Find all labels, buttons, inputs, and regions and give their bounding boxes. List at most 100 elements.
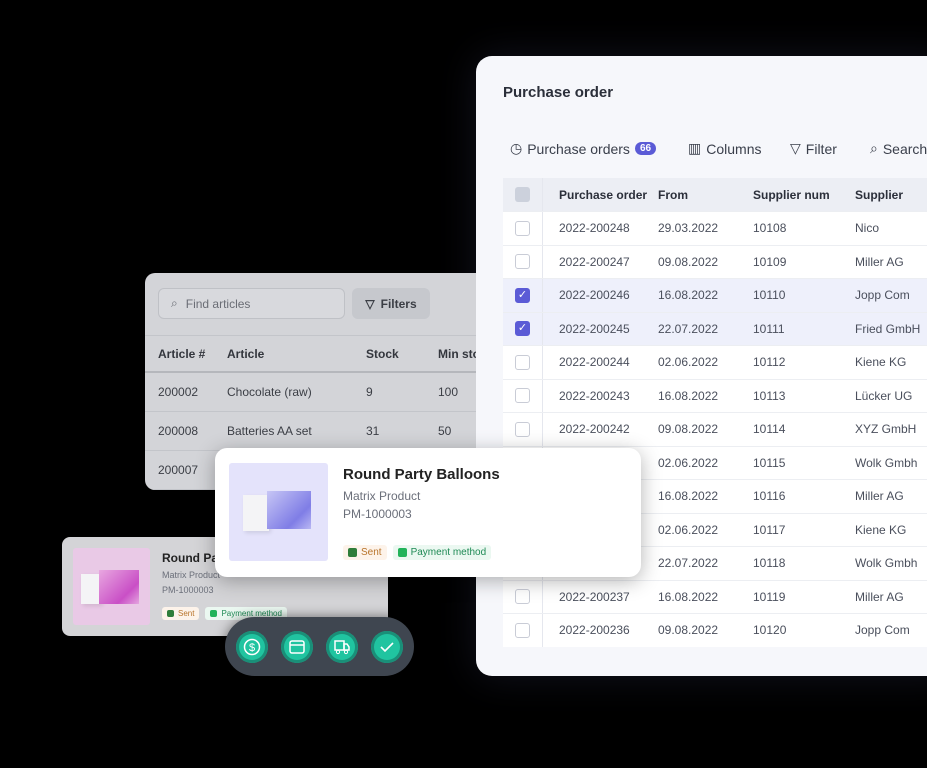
supplier-num: 10110 xyxy=(753,288,786,303)
supplier-num: 10117 xyxy=(753,522,786,537)
column-header[interactable]: Stock xyxy=(366,347,399,361)
column-header[interactable]: Min stock xyxy=(438,347,476,361)
table-row[interactable]: ✓ 2022-200245 22.07.2022 10111 Fried Gmb… xyxy=(503,311,927,345)
po-number: 2022-200237 xyxy=(559,589,630,604)
find-articles-input[interactable]: ⌕ Find articles xyxy=(158,288,345,319)
supplier: Jopp Com xyxy=(855,623,910,638)
search-icon: ⌕ xyxy=(870,140,878,156)
product-title: Round Pa xyxy=(162,551,218,565)
article-cell: 200007 xyxy=(158,463,199,477)
column-header[interactable]: Supplier xyxy=(847,188,903,202)
row-checkbox[interactable] xyxy=(515,354,530,370)
supplier: Miller AG xyxy=(855,589,904,604)
column-header[interactable]: Purchase order xyxy=(543,188,650,202)
from-date: 16.08.2022 xyxy=(658,288,719,303)
sent-tag: Sent xyxy=(343,545,387,560)
table-row[interactable]: 2022-200248 29.03.2022 10108 Nico xyxy=(503,211,927,245)
supplier: Miller AG xyxy=(855,489,904,504)
search-label: Search xyxy=(882,140,927,157)
row-checkbox[interactable] xyxy=(515,421,530,437)
article-cell: Chocolate (raw) xyxy=(227,385,312,399)
from-date: 22.07.2022 xyxy=(658,321,719,336)
row-checkbox[interactable] xyxy=(515,388,530,404)
truck-icon[interactable] xyxy=(326,630,358,663)
supplier: Lücker UG xyxy=(855,388,913,403)
supplier: Fried GmbH xyxy=(855,321,921,336)
column-header[interactable]: Article # xyxy=(158,347,205,361)
supplier-num: 10119 xyxy=(753,589,786,604)
from-date: 22.07.2022 xyxy=(658,556,719,571)
row-checkbox[interactable] xyxy=(515,220,530,236)
articles-header: Article # Article Stock Min stock xyxy=(145,335,476,373)
supplier-num: 10111 xyxy=(753,321,785,336)
row-checkbox[interactable] xyxy=(515,589,530,605)
article-cell: Batteries AA set xyxy=(227,424,312,438)
supplier: Wolk Gmbh xyxy=(855,556,918,571)
column-header[interactable]: Article xyxy=(227,347,264,361)
po-number: 2022-200248 xyxy=(559,221,630,236)
article-cell: 200008 xyxy=(158,424,199,438)
table-row[interactable]: 2022-200242 09.08.2022 10114 XYZ GmbH xyxy=(503,412,927,446)
table-row[interactable]: ✓ 2022-200246 16.08.2022 10110 Jopp Com xyxy=(503,278,927,312)
supplier: Wolk Gmbh xyxy=(855,455,918,470)
table-row[interactable]: 2022-200244 02.06.2022 10112 Kiene KG xyxy=(503,345,927,379)
count-badge: 66 xyxy=(634,142,657,155)
action-bar: $ xyxy=(225,617,414,676)
article-cell: 200002 xyxy=(158,385,199,399)
row-checkbox[interactable]: ✓ xyxy=(515,321,530,337)
filter-button[interactable]: ▽ Filter xyxy=(790,140,837,157)
supplier: Kiene KG xyxy=(855,522,907,537)
article-cell: 100 xyxy=(438,385,459,399)
filter-icon: ▽ xyxy=(365,296,375,311)
article-row[interactable]: 200008 Batteries AA set 31 50 xyxy=(145,412,476,451)
supplier: Jopp Com xyxy=(855,288,910,303)
dollar-icon[interactable]: $ xyxy=(236,630,268,663)
article-cell: 9 xyxy=(366,385,373,399)
from-date: 09.08.2022 xyxy=(658,623,719,638)
table-row[interactable]: 2022-200236 09.08.2022 10120 Jopp Com xyxy=(503,613,927,647)
search-button[interactable]: ⌕ Search xyxy=(870,140,927,157)
column-header[interactable]: From xyxy=(650,188,745,202)
from-date: 09.08.2022 xyxy=(658,254,719,269)
from-date: 02.06.2022 xyxy=(658,522,719,537)
row-checkbox[interactable] xyxy=(515,254,530,270)
po-number: 2022-200244 xyxy=(559,355,630,370)
filters-button[interactable]: ▽ Filters xyxy=(352,288,430,319)
svg-text:$: $ xyxy=(249,642,255,654)
supplier-num: 10120 xyxy=(753,623,787,638)
product-card[interactable]: Round Party Balloons Matrix Product PM-1… xyxy=(215,448,641,577)
purchase-orders-tab[interactable]: ◷ Purchase orders 66 xyxy=(510,140,657,157)
product-title: Round Party Balloons xyxy=(343,466,500,483)
select-all-checkbox[interactable] xyxy=(515,187,530,202)
columns-button[interactable]: ▥ Columns xyxy=(688,140,761,157)
po-number: 2022-200247 xyxy=(559,254,630,269)
supplier: XYZ GmbH xyxy=(855,422,917,437)
table-header: Purchase order From Supplier num Supplie… xyxy=(503,178,927,211)
from-date: 16.08.2022 xyxy=(658,388,719,403)
table-row[interactable]: 2022-200237 16.08.2022 10119 Miller AG xyxy=(503,579,927,613)
supplier-num: 10112 xyxy=(753,355,786,370)
po-number: 2022-200242 xyxy=(559,422,630,437)
product-sku: PM-1000003 xyxy=(343,507,412,521)
check-icon[interactable] xyxy=(371,630,403,663)
article-row[interactable]: 200002 Chocolate (raw) 9 100 xyxy=(145,373,476,412)
check-icon xyxy=(397,548,407,557)
article-cell: 31 xyxy=(366,424,380,438)
product-type: Matrix Product xyxy=(343,489,421,503)
row-checkbox[interactable]: ✓ xyxy=(515,287,530,303)
supplier-num: 10118 xyxy=(753,556,786,571)
payment-tag: Payment method xyxy=(392,545,492,560)
column-header[interactable]: Supplier num xyxy=(745,188,847,202)
filters-label: Filters xyxy=(380,296,417,311)
columns-icon: ▥ xyxy=(688,140,702,156)
supplier-num: 10109 xyxy=(753,254,787,269)
calendar-icon[interactable] xyxy=(281,630,313,663)
po-number: 2022-200246 xyxy=(559,288,630,303)
from-date: 09.08.2022 xyxy=(658,422,719,437)
po-number: 2022-200243 xyxy=(559,388,630,403)
supplier-num: 10113 xyxy=(753,388,786,403)
row-checkbox[interactable] xyxy=(515,622,530,638)
table-row[interactable]: 2022-200243 16.08.2022 10113 Lücker UG xyxy=(503,378,927,412)
table-row[interactable]: 2022-200247 09.08.2022 10109 Miller AG xyxy=(503,244,927,278)
tab-label: Purchase orders xyxy=(527,140,630,157)
